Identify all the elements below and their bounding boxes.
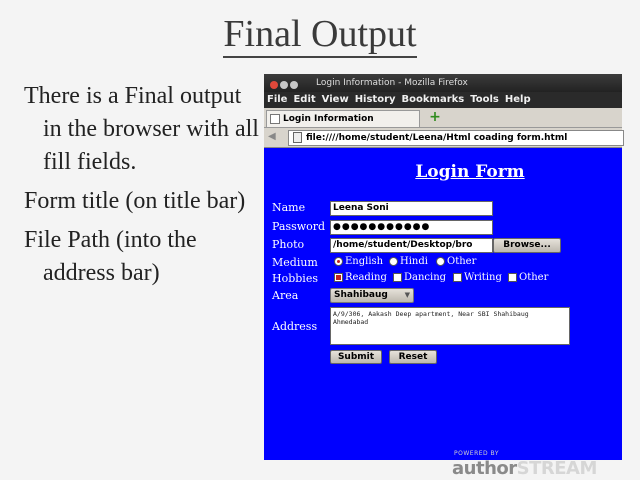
medium-option-hindi[interactable]: Hindi xyxy=(389,256,428,267)
checkbox-icon[interactable] xyxy=(508,273,517,282)
new-tab-icon[interactable]: + xyxy=(428,110,442,124)
tab-label: Login Information xyxy=(283,114,374,124)
close-window-icon[interactable] xyxy=(270,81,278,89)
bullet-item: Form title (on title bar) xyxy=(24,188,246,214)
photo-label: Photo xyxy=(272,238,305,251)
window-titlebar: Login Information - Mozilla Firefox xyxy=(264,74,622,92)
checkbox-icon[interactable] xyxy=(453,273,462,282)
checkbox-icon[interactable] xyxy=(393,273,402,282)
bullet-list: There is a Final output in the browser w… xyxy=(24,80,260,296)
back-arrow-icon[interactable]: ◀ xyxy=(268,131,276,142)
menu-bookmarks[interactable]: Bookmarks xyxy=(402,92,465,108)
medium-option-english[interactable]: English xyxy=(334,256,383,267)
submit-button[interactable]: Submit xyxy=(330,350,382,364)
file-page-icon xyxy=(293,132,302,143)
maximize-window-icon[interactable] xyxy=(290,81,298,89)
menu-file[interactable]: File xyxy=(267,92,287,108)
bullet-item: File Path (into the address bar) xyxy=(24,227,197,286)
menu-help[interactable]: Help xyxy=(505,92,531,108)
address-label: Address xyxy=(272,320,318,333)
menu-history[interactable]: History xyxy=(355,92,396,108)
menu-view[interactable]: View xyxy=(322,92,349,108)
authorstream-logo: authorSTREAM xyxy=(452,458,597,479)
address-bar[interactable]: file:////home/student/Leena/Html coading… xyxy=(288,130,624,146)
address-textarea[interactable]: A/9/306, Aakash Deep apartment, Near SBI… xyxy=(330,307,570,345)
medium-option-other[interactable]: Other xyxy=(436,256,476,267)
page-content: Login Form Name Leena Soni Password ●●●●… xyxy=(264,148,622,460)
checkbox-checked-icon[interactable] xyxy=(334,273,343,282)
photo-path-input[interactable]: /home/student/Desktop/bro xyxy=(330,238,493,253)
form-title: Login Form xyxy=(415,162,525,182)
radio-icon[interactable] xyxy=(436,257,445,266)
menu-tools[interactable]: Tools xyxy=(470,92,499,108)
hobby-option-dancing[interactable]: Dancing xyxy=(393,272,446,283)
menu-bar: File Edit View History Bookmarks Tools Help xyxy=(264,92,622,108)
name-label: Name xyxy=(272,201,306,214)
powered-by-text: POWERED BY xyxy=(454,450,500,457)
chevron-down-icon: ▼ xyxy=(404,291,410,299)
bullet-item: There is a Final output in the browser w… xyxy=(24,83,259,175)
page-favicon-icon xyxy=(270,113,280,124)
name-input[interactable]: Leena Soni xyxy=(330,201,493,216)
password-input[interactable]: ●●●●●●●●●●● xyxy=(330,220,493,235)
slide-title: Final Output xyxy=(0,12,640,58)
hobby-option-writing[interactable]: Writing xyxy=(453,272,502,283)
tab-login-information[interactable]: Login Information xyxy=(266,110,420,127)
window-title: Login Information - Mozilla Firefox xyxy=(316,78,468,88)
area-label: Area xyxy=(272,289,299,302)
reset-button[interactable]: Reset xyxy=(389,350,437,364)
browse-button[interactable]: Browse... xyxy=(493,238,561,253)
medium-label: Medium xyxy=(272,256,318,269)
menu-edit[interactable]: Edit xyxy=(293,92,315,108)
area-select[interactable]: Shahibaug ▼ xyxy=(330,288,414,303)
tab-bar: Login Information + xyxy=(264,108,622,128)
password-label: Password xyxy=(272,220,326,233)
navigation-bar: ◀ file:////home/student/Leena/Html coadi… xyxy=(264,128,624,148)
address-url: file:////home/student/Leena/Html coading… xyxy=(306,133,568,143)
hobbies-label: Hobbies xyxy=(272,272,318,285)
radio-icon[interactable] xyxy=(389,257,398,266)
radio-selected-icon[interactable] xyxy=(334,257,343,266)
hobby-option-reading[interactable]: Reading xyxy=(334,272,387,283)
browser-window: Login Information - Mozilla Firefox File… xyxy=(264,74,624,460)
minimize-window-icon[interactable] xyxy=(280,81,288,89)
hobby-option-other[interactable]: Other xyxy=(508,272,548,283)
